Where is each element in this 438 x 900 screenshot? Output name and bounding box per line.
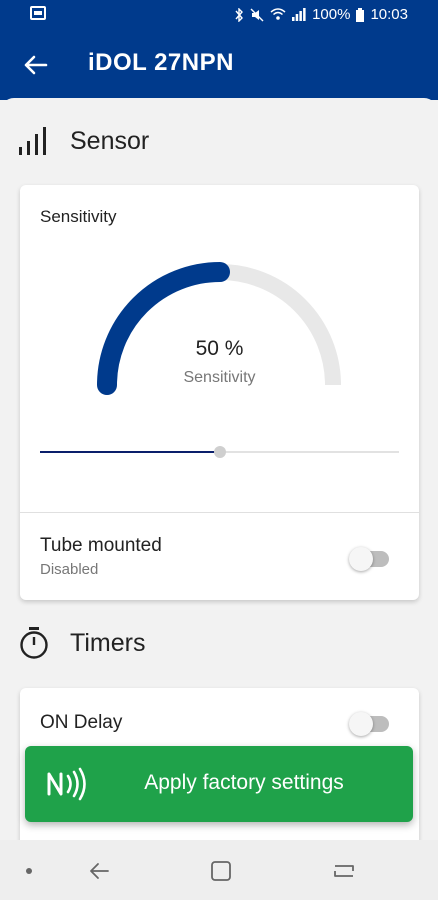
system-nav-bar [0,840,438,900]
nav-home-icon[interactable] [210,860,232,882]
on-delay-toggle[interactable] [349,712,389,736]
tube-mounted-toggle[interactable] [349,547,389,571]
sensor-card: Sensitivity 50 % Sensitivity Tube mounte… [20,185,419,600]
nav-back-icon[interactable] [88,860,110,882]
status-bar: 100% 10:03 [0,0,438,30]
toggle-knob [349,547,373,571]
card-divider [20,512,419,513]
sensitivity-label: Sensitivity [40,207,117,226]
notification-icon [30,6,46,20]
sensor-section-title: Sensor [70,126,150,155]
slider-thumb[interactable] [213,446,226,458]
on-delay-label: ON Delay [40,712,123,733]
timers-section-title: Timers [70,628,146,657]
back-arrow-icon[interactable] [20,50,50,80]
sensitivity-slider[interactable] [40,446,399,458]
tube-mounted-status: Disabled [40,561,99,578]
wifi-icon [270,8,286,20]
gauge-value: 50 % [195,337,244,360]
battery-percent: 100% [312,6,351,23]
tube-mounted-label: Tube mounted [40,535,162,556]
stopwatch-icon [20,627,48,659]
app-bar: iDOL 27NPN [0,30,438,100]
cell-signal-icon [292,8,306,21]
sensor-section-header: Sensor [18,126,149,156]
page-title: iDOL 27NPN [88,49,234,76]
timers-section-header: Timers [18,626,145,660]
mute-icon [250,8,264,21]
apply-factory-settings-label: Apply factory settings [144,771,344,794]
main-content[interactable]: Sensor Sensitivity 50 % Sensitivity Tube… [0,98,438,840]
battery-icon [356,7,365,22]
signal-bars-icon [19,127,46,155]
gauge-caption: Sensitivity [183,369,256,386]
bluetooth-icon [235,7,244,22]
toggle-knob [349,712,373,736]
status-icons: 100% 10:03 [234,6,408,23]
apply-factory-settings-button[interactable]: Apply factory settings [25,746,413,822]
nav-indicator-dot [26,868,32,874]
nav-recent-icon[interactable] [332,860,356,882]
slider-fill [40,451,220,453]
clock: 10:03 [370,6,408,23]
